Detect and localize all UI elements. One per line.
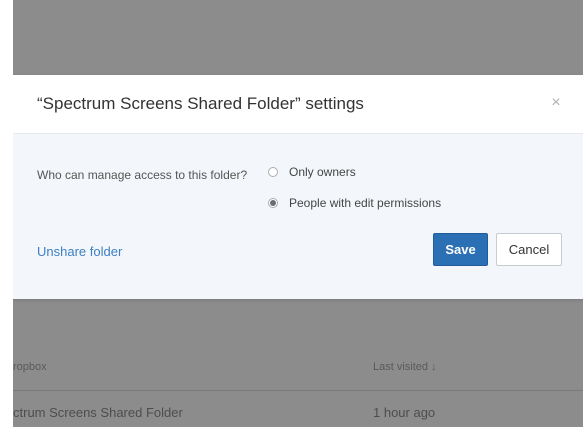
radio-button-icon[interactable] bbox=[268, 167, 278, 177]
dialog-body: Who can manage access to this folder? On… bbox=[13, 134, 583, 299]
unshare-folder-link[interactable]: Unshare folder bbox=[37, 244, 122, 259]
radio-label-only-owners: Only owners bbox=[289, 165, 356, 179]
settings-dialog: “Spectrum Screens Shared Folder” setting… bbox=[13, 75, 583, 299]
manage-access-question: Who can manage access to this folder? bbox=[37, 168, 248, 182]
dialog-title: “Spectrum Screens Shared Folder” setting… bbox=[37, 94, 364, 113]
cancel-button[interactable]: Cancel bbox=[496, 233, 562, 266]
file-list: ropbox Last visited ↓ ctrum Screens Shar… bbox=[13, 300, 583, 427]
column-header-name[interactable]: ropbox bbox=[13, 361, 47, 373]
page-frame: ropbox Last visited ↓ ctrum Screens Shar… bbox=[13, 0, 583, 427]
list-divider bbox=[13, 390, 583, 391]
save-button[interactable]: Save bbox=[433, 233, 488, 266]
close-icon[interactable]: × bbox=[547, 94, 565, 112]
dialog-header: “Spectrum Screens Shared Folder” setting… bbox=[13, 75, 583, 134]
radio-button-selected-icon[interactable] bbox=[268, 198, 278, 208]
file-row-time: 1 hour ago bbox=[373, 405, 436, 420]
column-header-last-visited[interactable]: Last visited ↓ bbox=[373, 361, 437, 373]
radio-label-edit-permissions: People with edit permissions bbox=[289, 196, 442, 210]
file-row-name[interactable]: ctrum Screens Shared Folder bbox=[13, 405, 183, 420]
radio-edit-permissions[interactable]: People with edit permissions bbox=[268, 196, 441, 210]
radio-only-owners[interactable]: Only owners bbox=[268, 165, 356, 179]
